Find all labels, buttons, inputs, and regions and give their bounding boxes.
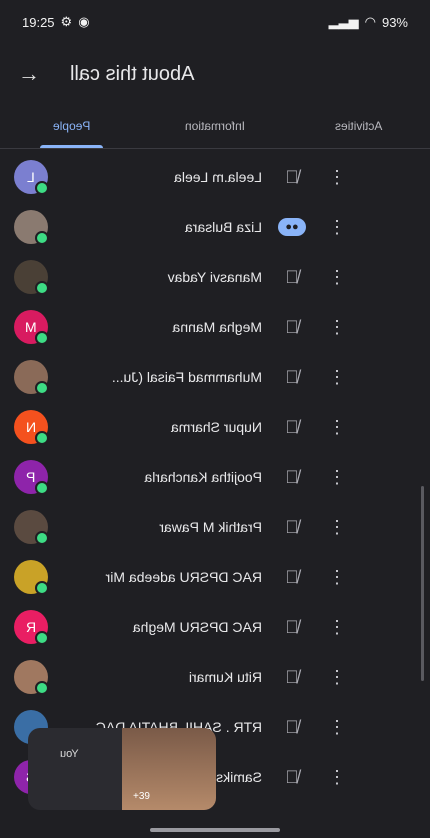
avatar: L [14, 160, 49, 195]
more-options-icon[interactable]: ⋮ [322, 567, 352, 588]
signal-icon: ▂▃▅ [328, 14, 359, 29]
mic-off-icon: 🎙̸ [285, 516, 299, 537]
avatar-initial: L [27, 169, 35, 185]
more-options-icon[interactable]: ⋮ [322, 167, 352, 188]
mic-off-icon: 🎙̸ [285, 666, 299, 687]
avatar [14, 260, 49, 295]
online-status-dot [35, 631, 49, 645]
participant-name: Manasvi Yadav [167, 269, 262, 285]
online-status-dot [35, 481, 49, 495]
wifi-icon: ◠ [364, 14, 376, 29]
tab-people[interactable]: People [0, 104, 143, 148]
speaking-indicator-icon: ●● [278, 218, 306, 236]
settings-icon: ⚙ [60, 14, 73, 29]
participant-count-badge: +39 [133, 791, 150, 802]
avatar [14, 210, 49, 245]
participant-row[interactable]: P Poojitha Kancharla 🎙̸ ⋮ [0, 452, 430, 502]
online-status-dot [35, 231, 49, 245]
more-options-icon[interactable]: ⋮ [322, 767, 352, 788]
online-status-dot [35, 531, 49, 545]
participant-list: L Leela.m Leela 🎙̸ ⋮ Liza Bulsara ●● ⋮ M… [0, 152, 430, 802]
participant-name: RAC DPSRU adeeba Mir [105, 569, 262, 585]
online-status-dot [35, 331, 49, 345]
top-app-bar: → About this call [0, 44, 430, 104]
participant-row[interactable]: Ritu Kumari 🎙̸ ⋮ [0, 652, 430, 702]
participant-row[interactable]: Prathik M Pawar 🎙̸ ⋮ [0, 502, 430, 552]
avatar: P [14, 460, 49, 495]
participant-name: Muhammad Faisal (Ju... [111, 369, 262, 385]
mic-off-icon: 🎙̸ [285, 266, 299, 287]
avatar-initial: R [25, 619, 37, 635]
mic-off-icon: 🎙̸ [285, 716, 299, 737]
avatar-initial: M [25, 319, 37, 335]
online-status-dot [35, 431, 49, 445]
online-status-dot [35, 681, 49, 695]
online-status-dot [35, 281, 49, 295]
status-bar: 19:25 ⚙ ◉ ▂▃▅ ◠ 93% [0, 0, 430, 44]
more-options-icon[interactable]: ⋮ [322, 267, 352, 288]
participant-row[interactable]: M Megha Manna 🎙̸ ⋮ [0, 302, 430, 352]
home-indicator [150, 828, 280, 832]
tab-activities[interactable]: Activities [287, 104, 430, 148]
more-options-icon[interactable]: ⋮ [322, 617, 352, 638]
participant-row[interactable]: N Nupur Sharma 🎙̸ ⋮ [0, 402, 430, 452]
participant-name: Ritu Kumari [188, 669, 262, 685]
mic-off-icon: 🎙̸ [285, 466, 299, 487]
mic-off-icon: 🎙̸ [285, 166, 299, 187]
mic-off-icon: 🎙̸ [285, 366, 299, 387]
participant-name: RAC DPSRU Megha [132, 619, 262, 635]
mic-off-icon: 🎙̸ [285, 566, 299, 587]
more-options-icon[interactable]: ⋮ [322, 667, 352, 688]
participant-row[interactable]: Liza Bulsara ●● ⋮ [0, 202, 430, 252]
participant-name: Poojitha Kancharla [144, 469, 262, 485]
online-status-dot [35, 381, 49, 395]
mic-off-icon: 🎙̸ [285, 616, 299, 637]
participant-row[interactable]: RAC DPSRU adeeba Mir 🎙̸ ⋮ [0, 552, 430, 602]
avatar-initial: N [25, 419, 37, 435]
participant-name: Liza Bulsara [184, 219, 262, 235]
self-view-tile[interactable]: You +39 [28, 728, 216, 810]
participant-row[interactable]: R RAC DPSRU Megha 🎙̸ ⋮ [0, 602, 430, 652]
avatar: R [14, 610, 49, 645]
avatar [14, 560, 49, 595]
tab-bar: People Information Activities [0, 104, 430, 149]
participant-row[interactable]: Manasvi Yadav 🎙̸ ⋮ [0, 252, 430, 302]
tab-information[interactable]: Information [143, 104, 286, 148]
online-status-dot [35, 181, 49, 195]
avatar: M [14, 310, 49, 345]
avatar [14, 510, 49, 545]
page-title: About this call [70, 62, 195, 85]
avatar-initial: P [26, 469, 36, 485]
avatar: N [14, 410, 49, 445]
online-status-dot [35, 581, 49, 595]
self-view-label: You [60, 748, 79, 760]
more-options-icon[interactable]: ⋮ [322, 517, 352, 538]
avatar [14, 660, 49, 695]
participant-name: Leela.m Leela [174, 169, 262, 185]
participant-name: Megha Manna [172, 319, 262, 335]
mic-off-icon: 🎙̸ [285, 316, 299, 337]
avatar [14, 360, 49, 395]
participant-name: Nupur Sharma [170, 419, 262, 435]
more-options-icon[interactable]: ⋮ [322, 717, 352, 738]
mic-off-icon: 🎙̸ [285, 416, 299, 437]
record-icon: ◉ [78, 14, 90, 29]
scrollbar[interactable] [421, 486, 424, 681]
more-options-icon[interactable]: ⋮ [322, 417, 352, 438]
more-options-icon[interactable]: ⋮ [322, 467, 352, 488]
participant-name: Prathik M Pawar [159, 519, 262, 535]
status-time: 19:25 [22, 14, 55, 30]
battery-level: 93% [381, 14, 408, 30]
mic-off-icon: 🎙̸ [285, 766, 299, 787]
arrow-back-icon[interactable]: → [18, 61, 50, 87]
participant-row[interactable]: Muhammad Faisal (Ju... 🎙̸ ⋮ [0, 352, 430, 402]
participant-row[interactable]: L Leela.m Leela 🎙̸ ⋮ [0, 152, 430, 202]
more-options-icon[interactable]: ⋮ [322, 317, 352, 338]
more-options-icon[interactable]: ⋮ [322, 217, 352, 238]
more-options-icon[interactable]: ⋮ [322, 367, 352, 388]
